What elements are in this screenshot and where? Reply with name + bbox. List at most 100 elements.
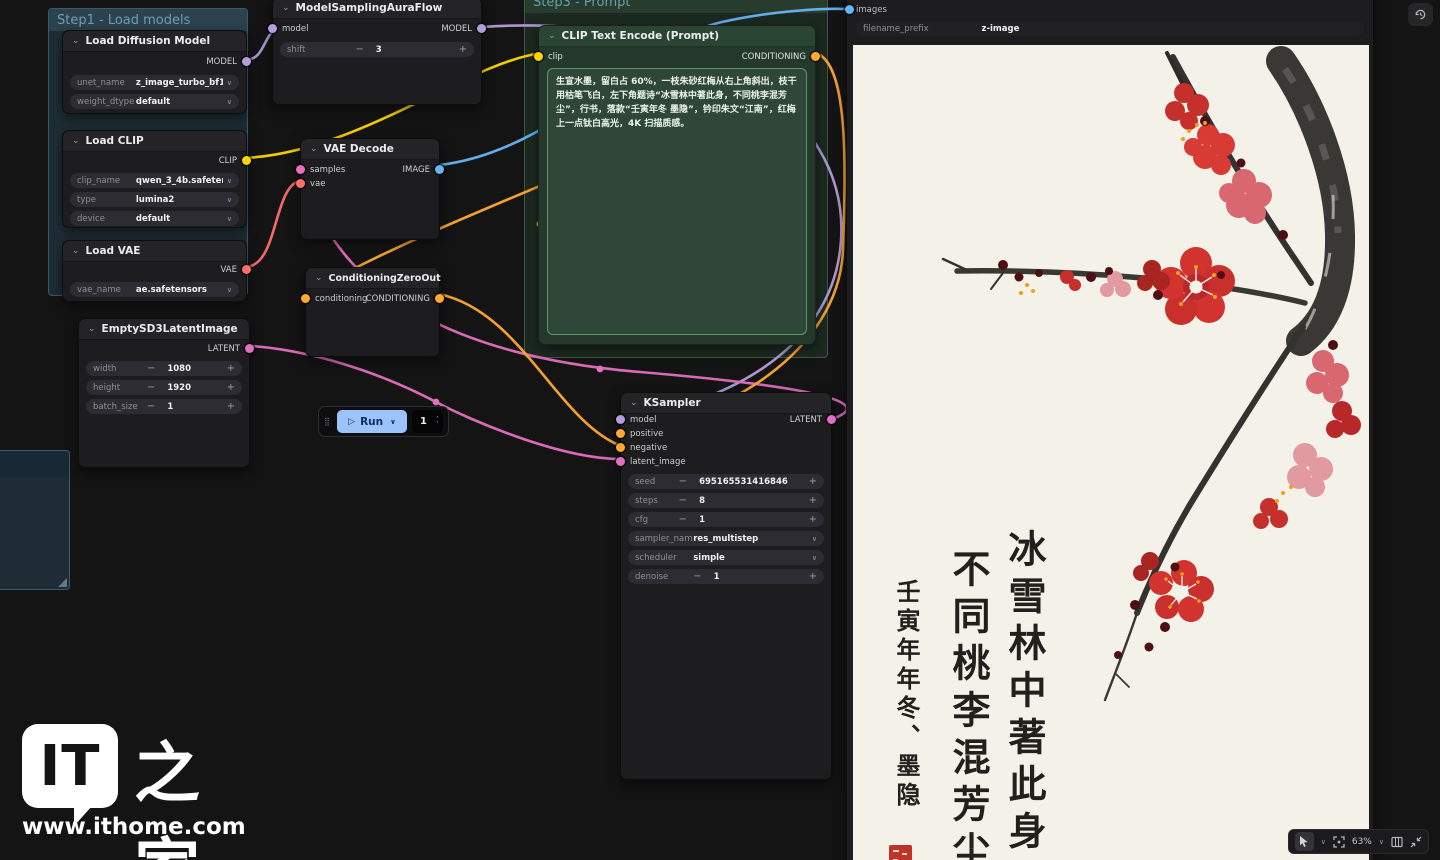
input-dot-positive[interactable]	[616, 429, 625, 438]
widget-shift[interactable]: shift − 3 +	[280, 42, 474, 57]
prompt-textarea[interactable]: 生宣水墨，留白占 60%，一枝朱砂红梅从右上角斜出，枝干用枯笔飞白，左下角题诗“…	[547, 68, 807, 335]
collapse-chevron-icon[interactable]: ⌄	[72, 247, 80, 256]
output-dot-conditioning[interactable]	[435, 294, 444, 303]
output-dot-latent[interactable]	[827, 415, 836, 424]
node-header[interactable]: ⌄ EmptySD3LatentImage	[79, 319, 249, 340]
increment-icon[interactable]: +	[809, 496, 817, 506]
input-dot-latent-image[interactable]	[616, 457, 625, 466]
chevron-down-icon[interactable]: ∨	[227, 286, 232, 294]
collapse-chevron-icon[interactable]: ⌄	[310, 145, 318, 154]
node-header[interactable]: ⌄ ConditioningZeroOut	[306, 268, 439, 289]
decrement-icon[interactable]: −	[147, 402, 155, 412]
output-dot-model[interactable]	[477, 24, 486, 33]
node-header[interactable]: ⌄ Load CLIP	[63, 131, 246, 152]
node-vae-decode[interactable]: ⌄ VAE Decode samples vae IMAGE	[300, 138, 440, 240]
chevron-down-icon[interactable]: ∨	[390, 418, 396, 426]
input-dot-vae[interactable]	[296, 179, 305, 188]
group-partial-left[interactable]	[0, 450, 70, 590]
pointer-tool-button[interactable]	[1295, 832, 1314, 851]
widget-sampler-name[interactable]: sampler_name res_multistep ∨	[628, 531, 824, 546]
node-header[interactable]: ⌄ ModelSamplingAuraFlow	[273, 0, 481, 19]
node-header[interactable]: ⌄ KSampler	[621, 393, 831, 414]
link-midpoint-dot[interactable]	[597, 366, 604, 373]
input-dot-model[interactable]	[268, 24, 277, 33]
group-step3-title[interactable]: Step3 - Prompt	[525, 0, 827, 13]
chevron-down-icon[interactable]: ∨	[1379, 838, 1384, 846]
node-header[interactable]: ⌄ CLIP Text Encode (Prompt)	[539, 26, 815, 47]
node-save-image[interactable]: images filename_prefix z-image	[846, 0, 1374, 860]
run-toolbar[interactable]: ⣿ ▷ Run ∨ 1 ˄˅	[318, 406, 449, 437]
increment-icon[interactable]: +	[227, 364, 235, 374]
collapse-view-icon[interactable]	[1410, 836, 1422, 848]
node-header[interactable]: ⌄ Load VAE	[63, 241, 246, 262]
increment-icon[interactable]: +	[809, 515, 817, 525]
node-header[interactable]: ⌄ VAE Decode	[301, 139, 439, 160]
input-dot-conditioning[interactable]	[301, 294, 310, 303]
output-dot-clip[interactable]	[242, 156, 251, 165]
group-step1-title[interactable]: Step1 - Load models	[49, 9, 247, 31]
collapse-chevron-icon[interactable]: ⌄	[548, 32, 556, 41]
node-graph-canvas[interactable]: Step1 - Load models Step3 - Prompt ⌄ Loa…	[0, 0, 1440, 860]
widget-weight-dtype[interactable]: weight_dtype default ∨	[70, 94, 239, 109]
widget-cfg[interactable]: cfg − 1 +	[628, 512, 824, 527]
decrement-icon[interactable]: −	[679, 477, 687, 487]
collapse-chevron-icon[interactable]: ⌄	[315, 274, 323, 283]
chevron-down-icon[interactable]: ∨	[812, 535, 817, 543]
collapse-chevron-icon[interactable]: ⌄	[88, 325, 96, 334]
fit-view-icon[interactable]	[1333, 836, 1345, 848]
widget-batch-size[interactable]: batch_size − 1 +	[86, 399, 242, 414]
output-dot-conditioning[interactable]	[811, 52, 820, 61]
widget-type[interactable]: type lumina2 ∨	[70, 192, 239, 207]
increment-icon[interactable]: +	[227, 402, 235, 412]
decrement-icon[interactable]: −	[355, 45, 363, 55]
input-dot-model[interactable]	[616, 415, 625, 424]
output-dot-image[interactable]	[435, 165, 444, 174]
collapse-chevron-icon[interactable]: ⌄	[282, 4, 290, 13]
spinner-arrows-icon[interactable]: ˄˅	[436, 417, 439, 427]
widget-denoise[interactable]: denoise − 1 +	[628, 569, 824, 584]
input-dot-images[interactable]	[845, 5, 854, 14]
wire-vae-to-decode[interactable]	[245, 180, 304, 267]
widget-steps[interactable]: steps − 8 +	[628, 493, 824, 508]
widget-vae-name[interactable]: vae_name ae.safetensors ∨	[70, 282, 239, 297]
link-midpoint-dot[interactable]	[433, 399, 440, 406]
decrement-icon[interactable]: −	[679, 515, 687, 525]
widget-device[interactable]: device default ∨	[70, 211, 239, 226]
chevron-down-icon[interactable]: ∨	[227, 177, 232, 185]
node-load-diffusion-model[interactable]: ⌄ Load Diffusion Model MODEL unet_name z…	[62, 30, 247, 114]
decrement-icon[interactable]: −	[679, 496, 687, 506]
increment-icon[interactable]: +	[459, 45, 467, 55]
minimap-icon[interactable]	[1391, 836, 1403, 848]
increment-icon[interactable]: +	[809, 572, 817, 582]
collapse-chevron-icon[interactable]: ⌄	[72, 37, 80, 46]
history-button[interactable]	[1408, 3, 1433, 26]
collapse-chevron-icon[interactable]: ⌄	[630, 399, 638, 408]
widget-filename-prefix[interactable]: filename_prefix z-image	[856, 21, 1364, 36]
node-model-sampling-auraflow[interactable]: ⌄ ModelSamplingAuraFlow model MODEL shif…	[272, 0, 482, 105]
widget-width[interactable]: width − 1080 +	[86, 361, 242, 376]
input-dot-clip[interactable]	[534, 52, 543, 61]
output-dot-vae[interactable]	[242, 265, 251, 274]
node-header[interactable]: ⌄ Load Diffusion Model	[63, 31, 246, 52]
node-load-vae[interactable]: ⌄ Load VAE VAE vae_name ae.safetensors ∨	[62, 240, 247, 302]
output-dot-latent[interactable]	[245, 344, 254, 353]
decrement-icon[interactable]: −	[147, 383, 155, 393]
zoom-level[interactable]: 63%	[1352, 837, 1372, 847]
run-count-stepper[interactable]: 1 ˄˅	[412, 410, 443, 433]
wire-latent-to-ksampler[interactable]	[252, 346, 621, 459]
chevron-down-icon[interactable]: ∨	[1321, 838, 1326, 846]
node-ksampler[interactable]: ⌄ KSampler model positive negative laten…	[620, 392, 832, 780]
decrement-icon[interactable]: −	[147, 364, 155, 374]
input-dot-samples[interactable]	[296, 165, 305, 174]
chevron-down-icon[interactable]: ∨	[227, 215, 232, 223]
chevron-down-icon[interactable]: ∨	[227, 79, 232, 87]
decrement-icon[interactable]: −	[693, 572, 701, 582]
node-empty-latent[interactable]: ⌄ EmptySD3LatentImage LATENT width − 108…	[78, 318, 250, 468]
output-dot-model[interactable]	[242, 57, 251, 66]
chevron-down-icon[interactable]: ∨	[227, 98, 232, 106]
increment-icon[interactable]: +	[227, 383, 235, 393]
node-conditioning-zero-out[interactable]: ⌄ ConditioningZeroOut conditioning CONDI…	[305, 267, 440, 357]
widget-unet-name[interactable]: unet_name z_image_turbo_bf16.sa... ∨	[70, 75, 239, 90]
canvas-toolbar[interactable]: ∨ 63% ∨	[1288, 829, 1429, 854]
node-clip-text-encode[interactable]: ⌄ CLIP Text Encode (Prompt) clip CONDITI…	[538, 25, 816, 345]
